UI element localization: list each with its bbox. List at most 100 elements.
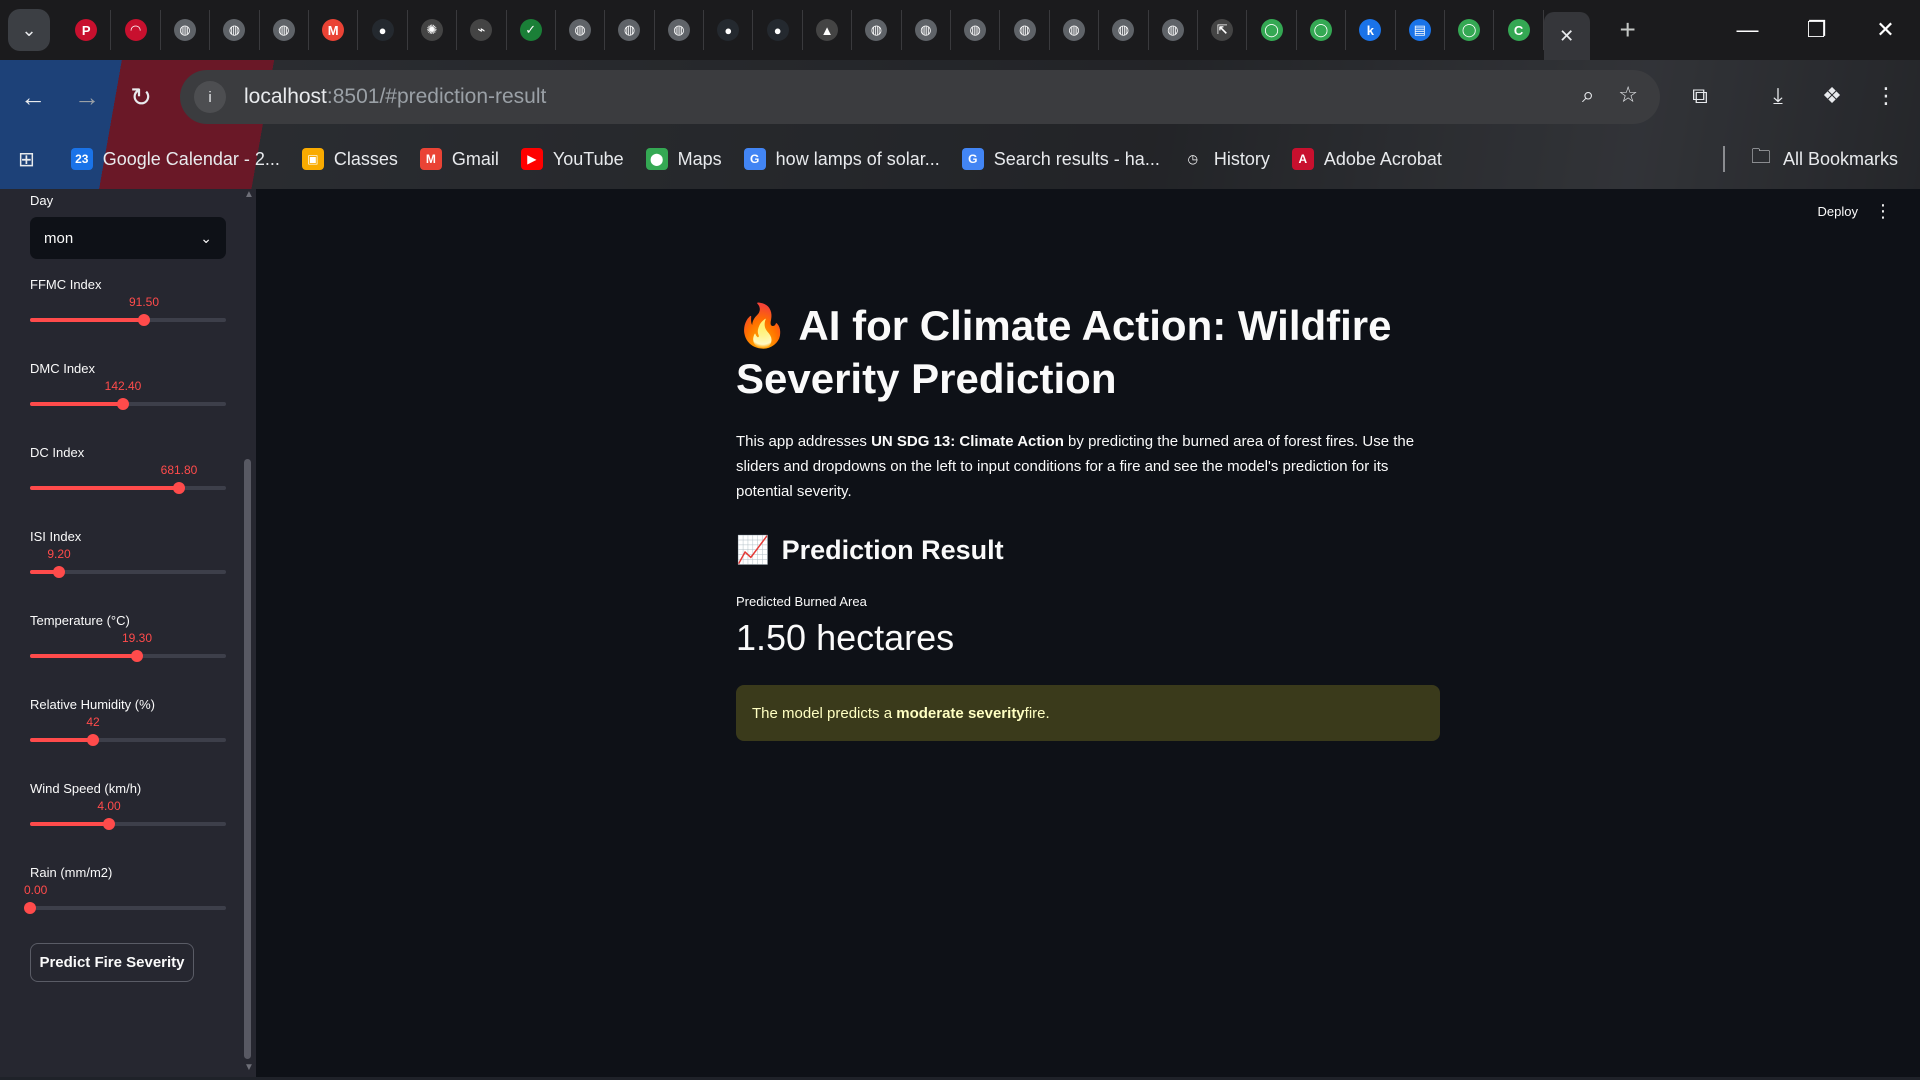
- slider-value: 9.20: [47, 547, 71, 561]
- bookmark-label: how lamps of solar...: [775, 148, 940, 169]
- metric-value: 1.50 hectares: [736, 617, 955, 658]
- slider-thumb[interactable]: [103, 818, 115, 830]
- browser-tab[interactable]: P: [62, 10, 112, 50]
- slider[interactable]: 91.50: [30, 295, 226, 335]
- bookmark-item[interactable]: ▣ Classes: [301, 148, 398, 170]
- close-tab-icon[interactable]: ✕: [1559, 26, 1574, 47]
- bookmark-label: Adobe Acrobat: [1323, 148, 1442, 169]
- zoom-icon[interactable]: ⌕: [1582, 82, 1594, 108]
- slider-thumb[interactable]: [53, 566, 65, 578]
- new-tab-button[interactable]: +: [1606, 8, 1650, 52]
- browser-tab[interactable]: ◍: [556, 10, 606, 50]
- browser-tab[interactable]: ◍: [260, 10, 309, 50]
- bookmark-item[interactable]: ▶ YouTube: [520, 148, 624, 170]
- scroll-down-arrow-icon[interactable]: ▼: [244, 1062, 254, 1073]
- app-menu-icon[interactable]: ⋮: [1874, 201, 1892, 222]
- scroll-up-arrow-icon[interactable]: ▲: [244, 189, 254, 200]
- slider-label: Relative Humidity (%): [30, 697, 155, 712]
- slider-thumb[interactable]: [173, 482, 185, 494]
- slider[interactable]: 142.40: [30, 379, 226, 419]
- browser-tab[interactable]: ▤: [1396, 10, 1445, 50]
- slider-value: 4.00: [97, 799, 121, 813]
- slider-track[interactable]: [30, 906, 226, 910]
- browser-tab[interactable]: ◍: [1149, 10, 1198, 50]
- browser-tab[interactable]: ◍: [1050, 10, 1100, 50]
- url-text[interactable]: localhost:8501/#prediction-result: [244, 85, 546, 109]
- browser-tab[interactable]: ●: [358, 10, 408, 50]
- browser-menu-icon[interactable]: ⋮: [1866, 76, 1906, 116]
- browser-tab[interactable]: ✓: [507, 10, 556, 50]
- all-bookmarks-button[interactable]: 🗀 All Bookmarks: [1751, 142, 1898, 176]
- browser-tab[interactable]: ●: [753, 10, 803, 50]
- bookmark-star-icon[interactable]: ☆: [1618, 82, 1638, 108]
- browser-tab[interactable]: ◍: [852, 10, 902, 50]
- slider-thumb[interactable]: [117, 398, 129, 410]
- bookmark-item[interactable]: A Adobe Acrobat: [1291, 148, 1442, 170]
- profile-avatar[interactable]: ❖: [1812, 76, 1852, 116]
- day-label: Day: [30, 193, 54, 208]
- bookmark-item[interactable]: M Gmail: [419, 148, 499, 170]
- browser-tab[interactable]: ◍: [655, 10, 705, 50]
- browser-tab[interactable]: M: [309, 10, 359, 50]
- minimize-button[interactable]: —: [1713, 0, 1782, 60]
- browser-tab[interactable]: ◯: [1297, 10, 1347, 50]
- forward-button[interactable]: →: [70, 80, 104, 114]
- github-icon: ●: [766, 19, 789, 41]
- globe-icon: ◍: [569, 19, 592, 41]
- slider[interactable]: 19.30: [30, 631, 226, 671]
- browser-tab[interactable]: ▲: [803, 10, 853, 50]
- slider[interactable]: 4.00: [30, 799, 226, 839]
- download-icon[interactable]: ⤓: [1758, 76, 1798, 116]
- tab-search-button[interactable]: ⌄: [8, 9, 50, 51]
- slider-thumb[interactable]: [138, 314, 150, 326]
- active-tab[interactable]: ✕: [1543, 12, 1590, 60]
- slider-thumb[interactable]: [131, 650, 143, 662]
- address-bar[interactable]: i localhost:8501/#prediction-result ⌕ ☆: [180, 70, 1660, 124]
- browser-tab[interactable]: ●: [704, 10, 754, 50]
- slider-fill: [30, 738, 93, 742]
- browser-tab[interactable]: ◍: [1099, 10, 1149, 50]
- close-window-button[interactable]: ✕: [1851, 0, 1920, 60]
- back-button[interactable]: ←: [16, 80, 50, 114]
- slider[interactable]: 681.80: [30, 463, 226, 503]
- browser-tab[interactable]: ◍: [951, 10, 1001, 50]
- browser-tab[interactable]: ◍: [161, 10, 211, 50]
- browser-tab[interactable]: C: [1494, 10, 1544, 50]
- browser-tab[interactable]: k: [1346, 10, 1396, 50]
- slider-thumb[interactable]: [24, 902, 36, 914]
- browser-tab[interactable]: ◠: [111, 10, 161, 50]
- browser-tab[interactable]: ◍: [605, 10, 655, 50]
- apps-grid-icon[interactable]: ⊞: [18, 147, 35, 172]
- browser-tab[interactable]: ◍: [902, 10, 952, 50]
- browser-tab[interactable]: ⇱: [1198, 10, 1248, 50]
- site-info-icon[interactable]: i: [194, 81, 226, 113]
- predict-fire-severity-button[interactable]: Predict Fire Severity: [30, 943, 194, 982]
- browser-tab[interactable]: ✺: [408, 10, 458, 50]
- bookmark-item[interactable]: ◷ History: [1182, 148, 1270, 170]
- browser-tab[interactable]: ⌁: [457, 10, 507, 50]
- slider[interactable]: 42: [30, 715, 226, 755]
- bookmarks-bar: ⊞ 23 Google Calendar - 2... ▣ Classes M Gmail…: [0, 130, 1920, 188]
- slider[interactable]: 0.00: [24, 883, 226, 923]
- slider[interactable]: 9.20: [30, 547, 226, 587]
- day-select[interactable]: mon ⌄: [30, 217, 226, 259]
- browser-tab[interactable]: ◍: [210, 10, 260, 50]
- bookmark-item[interactable]: 23 Google Calendar - 2...: [70, 148, 280, 170]
- reload-button[interactable]: ↻: [124, 80, 158, 114]
- bookmark-item[interactable]: Ghow lamps of solar...: [743, 148, 940, 170]
- browser-tab[interactable]: ◯: [1247, 10, 1297, 50]
- bookmark-item[interactable]: ⬤ Maps: [645, 148, 722, 170]
- sidebar-scrollbar[interactable]: [244, 459, 251, 1059]
- extensions-icon[interactable]: ⧉: [1680, 76, 1720, 116]
- browser-tab[interactable]: ◯: [1445, 10, 1495, 50]
- sidebar: ▲ ▼ Day mon ⌄ FFMC Index 91.50 DMC Index 14…: [0, 189, 256, 1080]
- bookmark-label: Google Calendar - 2...: [102, 148, 280, 169]
- restore-button[interactable]: ❐: [1782, 0, 1851, 60]
- globe-icon: ◍: [618, 19, 641, 41]
- chevron-down-icon: ⌄: [21, 19, 37, 40]
- acrobat-icon: A: [1291, 148, 1314, 170]
- deploy-button[interactable]: Deploy: [1818, 204, 1858, 219]
- slider-thumb[interactable]: [87, 734, 99, 746]
- bookmark-item[interactable]: G Search results - ha...: [961, 148, 1160, 170]
- browser-tab[interactable]: ◍: [1000, 10, 1050, 50]
